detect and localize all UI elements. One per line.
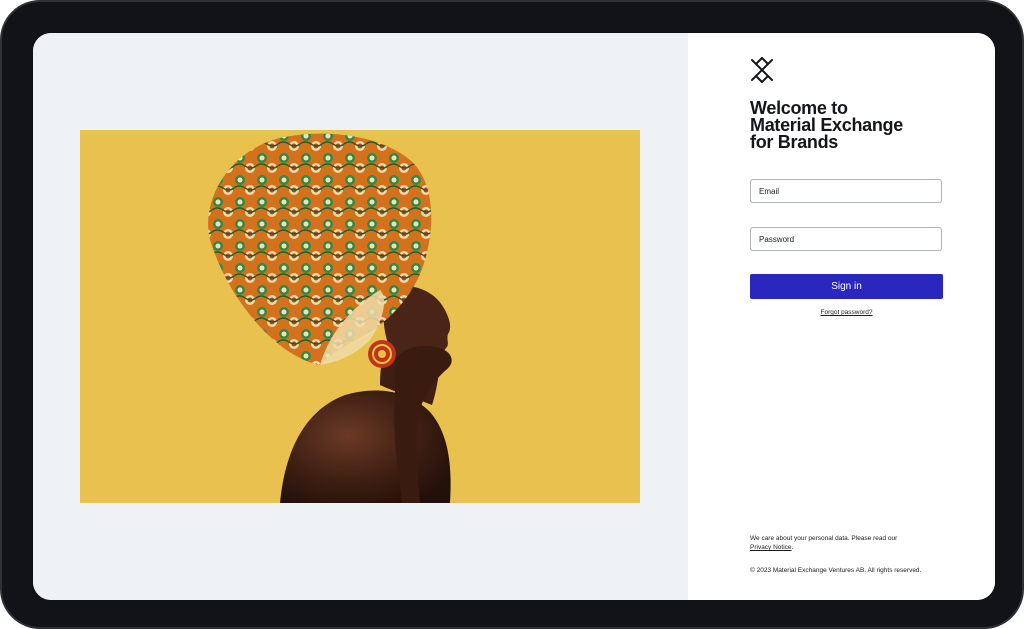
privacy-notice-link[interactable]: Privacy Notice (750, 544, 792, 551)
welcome-line-3: for Brands (750, 132, 839, 152)
forgot-password-link[interactable]: Forgot password? (750, 309, 943, 316)
tablet-frame: Welcome to Material Exchange for Brands … (0, 0, 1024, 629)
screen: Welcome to Material Exchange for Brands … (33, 33, 995, 600)
hero-image (80, 130, 640, 503)
email-field[interactable] (750, 179, 942, 203)
copyright-text: © 2023 Material Exchange Ventures AB. Al… (750, 567, 922, 574)
privacy-text: We care about your personal data. Please… (750, 535, 898, 542)
sign-in-button[interactable]: Sign in (750, 274, 943, 299)
hero-illustration (208, 133, 452, 503)
privacy-notice-text: We care about your personal data. Please… (750, 534, 950, 552)
password-field[interactable] (750, 227, 942, 251)
left-panel (33, 33, 688, 600)
login-panel: Welcome to Material Exchange for Brands … (688, 33, 995, 600)
brand-logo-icon (749, 57, 775, 83)
privacy-suffix: . (791, 544, 794, 551)
welcome-heading: Welcome to Material Exchange for Brands (750, 99, 970, 152)
